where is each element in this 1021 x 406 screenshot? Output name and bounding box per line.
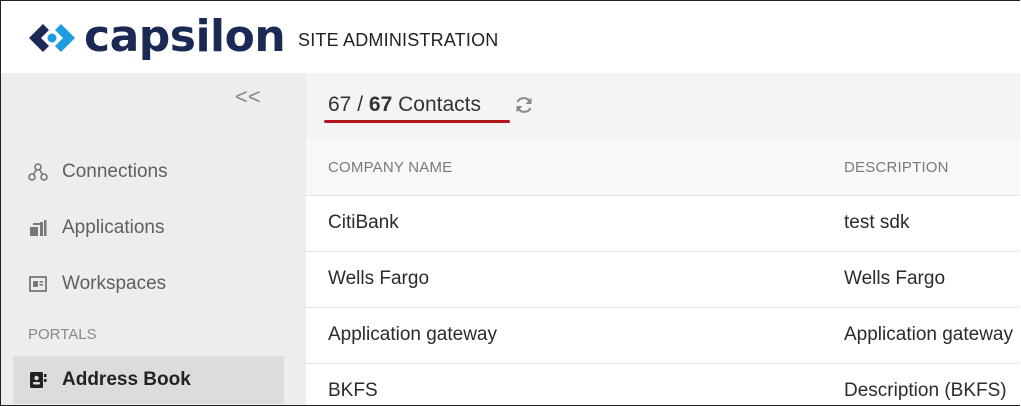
app-header: capsilon SITE ADMINISTRATION bbox=[1, 1, 1020, 73]
shown-count: 67 bbox=[328, 93, 352, 116]
portals-section-label: PORTALS bbox=[28, 326, 97, 343]
applications-icon bbox=[30, 220, 47, 236]
collapse-sidebar-button[interactable]: << bbox=[235, 86, 261, 108]
app-window: capsilon SITE ADMINISTRATION << Connecti… bbox=[0, 0, 1020, 406]
connections-icon bbox=[28, 163, 48, 181]
company-name-cell: CitiBank bbox=[328, 212, 399, 233]
sidebar-item-connections[interactable]: Connections bbox=[1, 148, 285, 196]
refresh-icon[interactable] bbox=[513, 94, 535, 116]
main-content: 67 / 67 Contacts COMPANY NAME DESCRIPTIO… bbox=[306, 73, 1020, 405]
sidebar-item-label: Applications bbox=[62, 217, 165, 238]
address-book-icon bbox=[30, 372, 47, 388]
sidebar-item-address-book[interactable]: Address Book bbox=[13, 356, 284, 404]
company-name-cell: Application gateway bbox=[328, 324, 497, 345]
sidebar-item-label: Address Book bbox=[62, 369, 191, 390]
sidebar: << Connections Applications Workspaces P… bbox=[1, 73, 306, 405]
page-section-title: SITE ADMINISTRATION bbox=[298, 30, 499, 50]
capsilon-logo-icon bbox=[29, 24, 75, 52]
sidebar-item-label: Workspaces bbox=[62, 273, 167, 294]
sidebar-item-label: Connections bbox=[62, 161, 168, 182]
description-cell: test sdk bbox=[844, 212, 910, 233]
description-cell: Description (BKFS) bbox=[844, 380, 1007, 401]
table-header: COMPANY NAME DESCRIPTION bbox=[306, 139, 1020, 196]
brand-name: capsilon bbox=[84, 11, 286, 62]
description-cell: Application gateway bbox=[844, 324, 1013, 345]
count-noun: Contacts bbox=[398, 93, 481, 116]
sidebar-item-applications[interactable]: Applications bbox=[1, 204, 285, 252]
table-row[interactable]: Application gateway Application gateway bbox=[306, 308, 1020, 364]
column-header-company-name[interactable]: COMPANY NAME bbox=[328, 159, 452, 176]
table-row[interactable]: CitiBank test sdk bbox=[306, 196, 1020, 252]
workspaces-icon bbox=[29, 276, 47, 292]
table-row[interactable]: BKFS Description (BKFS) bbox=[306, 364, 1020, 405]
active-tab-underline bbox=[324, 120, 510, 123]
column-header-description[interactable]: DESCRIPTION bbox=[844, 159, 949, 176]
count-separator: / bbox=[357, 93, 364, 116]
table-row[interactable]: Wells Fargo Wells Fargo bbox=[306, 252, 1020, 308]
contacts-count: 67 / 67 Contacts bbox=[328, 93, 481, 117]
total-count: 67 bbox=[368, 93, 393, 116]
company-name-cell: Wells Fargo bbox=[328, 268, 430, 289]
description-cell: Wells Fargo bbox=[844, 268, 946, 289]
contacts-summary-bar: 67 / 67 Contacts bbox=[306, 73, 1020, 139]
company-name-cell: BKFS bbox=[328, 380, 378, 401]
sidebar-item-workspaces[interactable]: Workspaces bbox=[1, 260, 285, 308]
